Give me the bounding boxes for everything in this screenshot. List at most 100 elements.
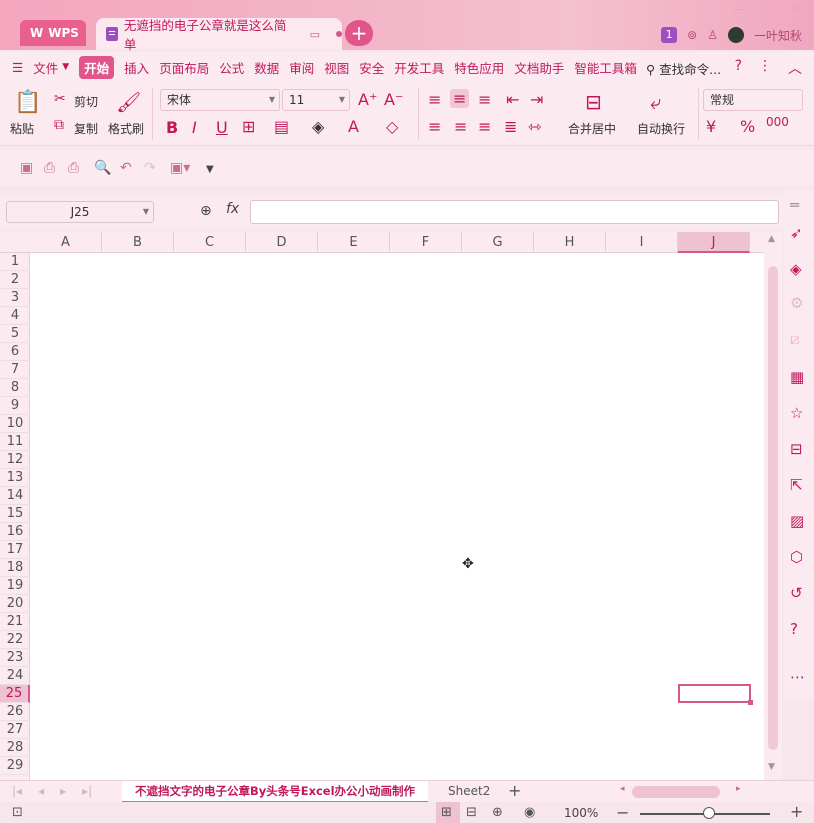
new-tab-button[interactable]: + <box>345 20 373 46</box>
row-header-27[interactable]: 27 <box>0 721 30 739</box>
increase-font-icon[interactable]: A⁺ <box>358 90 377 109</box>
wrap-text-icon[interactable]: ⤶ <box>650 90 661 114</box>
row-header-9[interactable]: 9 <box>0 397 30 415</box>
menu-file[interactable]: 文件 <box>33 58 58 77</box>
increase-indent-icon[interactable]: ⇥ <box>530 90 543 109</box>
zoom-out-icon[interactable]: − <box>616 803 629 822</box>
prev-sheet-icon[interactable]: ◂ <box>38 784 44 798</box>
row-header-22[interactable]: 22 <box>0 631 30 649</box>
normal-view-icon[interactable]: ⊞ <box>441 805 452 820</box>
row-header-18[interactable]: 18 <box>0 559 30 577</box>
row-header-11[interactable]: 11 <box>0 433 30 451</box>
avatar[interactable] <box>727 27 744 43</box>
border-icon[interactable]: ⊞ <box>242 117 255 136</box>
row-header-14[interactable]: 14 <box>0 487 30 505</box>
drag-handle-icon[interactable]: ═ <box>790 196 799 214</box>
align-top-icon[interactable]: ≡ <box>428 90 441 109</box>
menu-review[interactable]: 审阅 <box>289 58 314 77</box>
print-preview-icon[interactable]: 🔍 <box>94 160 111 176</box>
select-pointer-icon[interactable]: ➶ <box>790 224 803 242</box>
align-left-icon[interactable]: ≡ <box>428 117 441 136</box>
percent-icon[interactable]: % <box>740 117 755 136</box>
document-tab[interactable]: 无遮挡的电子公章就是这么简单 ▭ <box>96 18 342 52</box>
align-center-icon[interactable]: ≡ <box>454 117 467 136</box>
column-header-h[interactable]: H <box>534 232 606 253</box>
scroll-right-icon[interactable]: ▸ <box>736 784 741 794</box>
name-box[interactable]: J25 ▼ <box>6 201 154 223</box>
horizontal-scroll-thumb[interactable] <box>632 786 720 798</box>
paste-button[interactable]: 粘贴 <box>10 120 34 137</box>
page-break-view-icon[interactable]: ⊟ <box>466 805 477 820</box>
save-icon[interactable]: ▣ <box>20 160 33 176</box>
export-pdf-icon[interactable]: ⎙ <box>44 160 55 176</box>
row-header-7[interactable]: 7 <box>0 361 30 379</box>
zoom-level[interactable]: 100% <box>564 806 598 820</box>
formula-input[interactable] <box>250 200 779 224</box>
horizontal-scrollbar[interactable]: ◂ ▸ <box>620 784 750 798</box>
shapes-icon[interactable]: ◈ <box>790 260 802 278</box>
menu-home[interactable]: 开始 <box>79 55 115 79</box>
align-bottom-icon[interactable]: ≡ <box>478 90 491 109</box>
clear-icon[interactable]: ◇ <box>386 117 398 136</box>
sheet-tab-sheet2[interactable]: Sheet2 <box>448 784 490 798</box>
copy-icon[interactable]: ⧉ <box>54 117 64 133</box>
paste-icon[interactable]: 📋 <box>14 90 41 115</box>
align-right-icon[interactable]: ≡ <box>478 117 491 136</box>
menu-page-layout[interactable]: 页面布局 <box>159 58 209 77</box>
vertical-scroll-thumb[interactable] <box>768 266 778 750</box>
zoom-formula-icon[interactable]: ⊕ <box>200 203 212 219</box>
merge-center-button[interactable]: 合并居中 <box>568 120 616 137</box>
row-header-19[interactable]: 19 <box>0 577 30 595</box>
menu-formulas[interactable]: 公式 <box>219 58 244 77</box>
hamburger-icon[interactable]: ☰ <box>12 60 23 75</box>
format-painter-button[interactable]: 格式刷 <box>108 120 144 137</box>
eye-protection-icon[interactable]: ◉ <box>524 805 535 820</box>
undo-icon[interactable]: ↶ <box>120 160 132 176</box>
bold-icon[interactable]: B <box>166 118 178 137</box>
next-sheet-icon[interactable]: ▸ <box>60 784 66 798</box>
scissors-icon[interactable]: ✂ <box>54 91 66 107</box>
justify-icon[interactable]: ≣ <box>504 117 517 136</box>
scroll-down-icon[interactable]: ▼ <box>768 762 775 772</box>
italic-icon[interactable]: I <box>192 118 197 137</box>
number-format-select[interactable]: 常规 <box>703 89 803 111</box>
row-header-29[interactable]: 29 <box>0 757 30 775</box>
star-icon[interactable]: ☆ <box>790 404 803 422</box>
menu-security[interactable]: 安全 <box>359 58 384 77</box>
zoom-in-icon[interactable]: + <box>790 802 803 821</box>
archive-icon[interactable]: ⊟ <box>790 440 803 458</box>
monitor-icon[interactable]: ▭ <box>310 28 320 41</box>
first-sheet-icon[interactable]: |◂ <box>12 784 22 798</box>
column-header-f[interactable]: F <box>390 232 462 253</box>
column-header-c[interactable]: C <box>174 232 246 253</box>
add-sheet-button[interactable]: + <box>508 781 521 800</box>
currency-icon[interactable]: ¥ <box>706 117 716 136</box>
row-header-25[interactable]: 25 <box>0 685 30 703</box>
column-header-j[interactable]: J <box>678 232 750 253</box>
worksheet-grid[interactable]: A B C D E F G H I J 1 2 3 4 5 6 7 8 9 10 11 12 13 14 1… <box>0 232 764 780</box>
vertical-scrollbar[interactable]: ▲ ▼ <box>764 232 782 780</box>
row-header-21[interactable]: 21 <box>0 613 30 631</box>
active-cell-j25[interactable] <box>678 684 753 705</box>
scroll-up-icon[interactable]: ▲ <box>768 234 775 244</box>
align-middle-icon[interactable]: ≡ <box>450 89 470 108</box>
row-header-24[interactable]: 24 <box>0 667 30 685</box>
help-circle-icon[interactable]: ? <box>790 620 798 638</box>
column-header-g[interactable]: G <box>462 232 534 253</box>
font-name-select[interactable]: 宋体 ▼ <box>160 89 280 111</box>
row-header-2[interactable]: 2 <box>0 271 30 289</box>
row-header-12[interactable]: 12 <box>0 451 30 469</box>
column-header-e[interactable]: E <box>318 232 390 253</box>
command-search[interactable]: ⚲ 查找命令... <box>646 59 721 78</box>
menu-developer[interactable]: 开发工具 <box>394 58 444 77</box>
format-painter-icon[interactable]: 🖌 <box>116 90 141 114</box>
menu-doc-assistant[interactable]: 文档助手 <box>514 58 564 77</box>
page-layout-view-icon[interactable]: ⊕ <box>492 805 503 820</box>
wps-home-tab[interactable]: W WPS <box>20 20 86 46</box>
customize-toolbar-icon[interactable]: ▼ <box>206 164 214 175</box>
menu-special-apps[interactable]: 特色应用 <box>454 58 504 77</box>
cloud-icon[interactable]: ⊚ <box>687 28 697 42</box>
print-icon[interactable]: ⎙ <box>68 160 79 176</box>
redo-icon[interactable]: ↷ <box>144 160 156 176</box>
distributed-icon[interactable]: ⇿ <box>528 117 541 136</box>
